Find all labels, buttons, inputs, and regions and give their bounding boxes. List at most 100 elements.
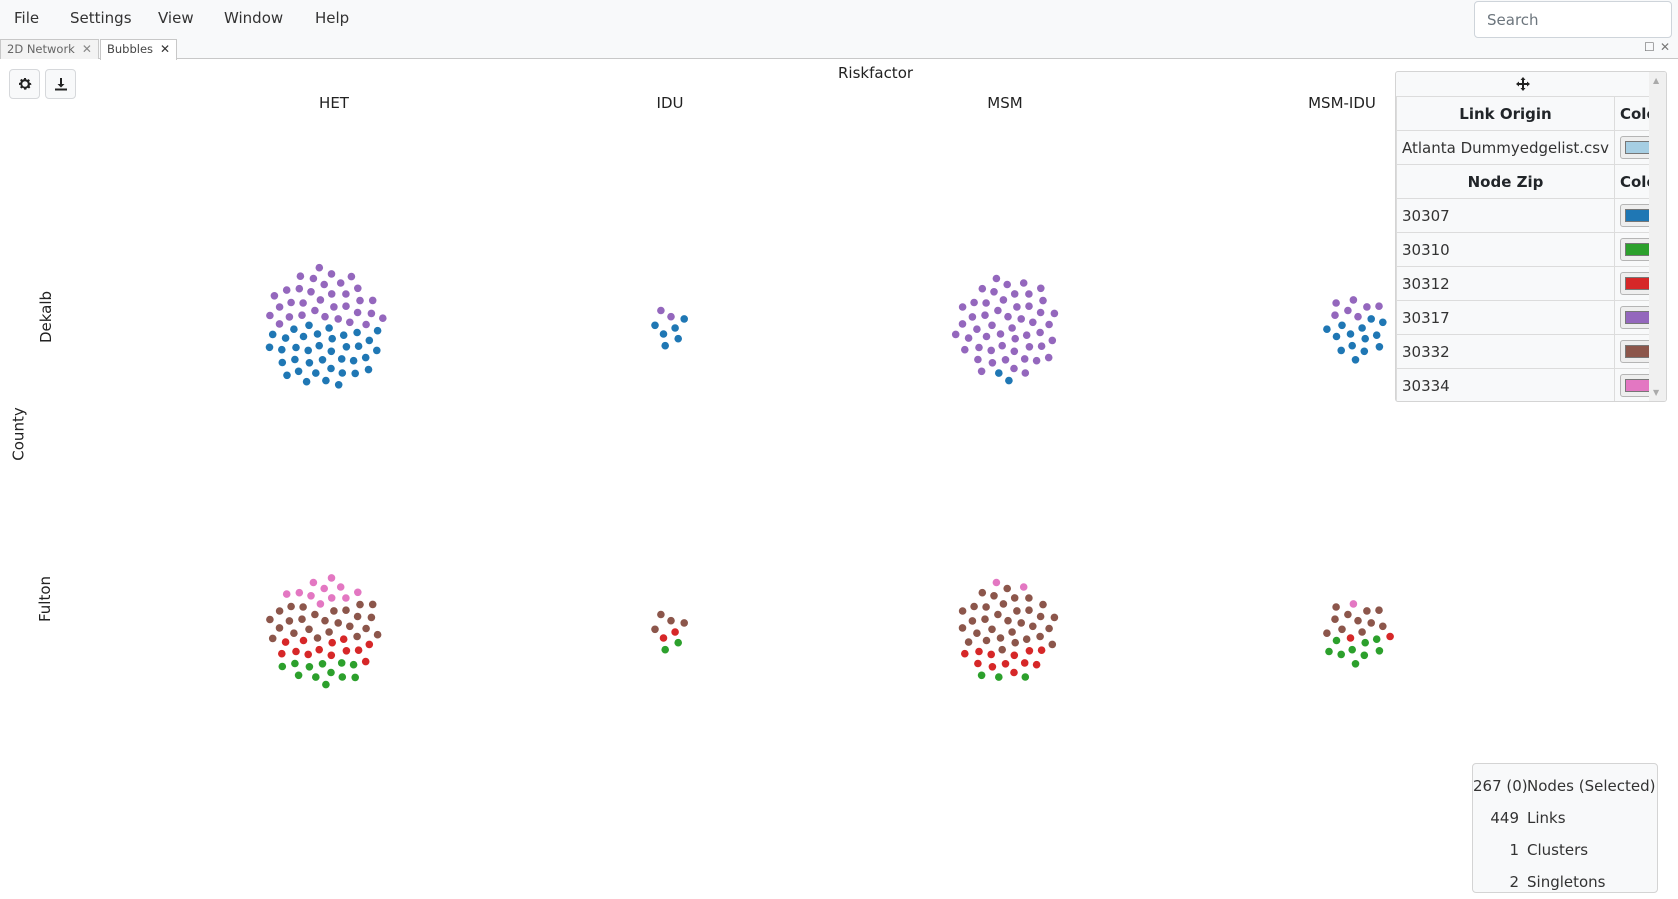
- node-dot[interactable]: [349, 660, 358, 669]
- node-dot[interactable]: [356, 296, 364, 305]
- node-dot[interactable]: [978, 588, 987, 597]
- node-dot[interactable]: [282, 286, 291, 294]
- node-dot[interactable]: [1010, 651, 1019, 660]
- node-dot[interactable]: [339, 635, 348, 643]
- menu-file[interactable]: File: [14, 9, 39, 27]
- menu-settings[interactable]: Settings: [70, 9, 132, 27]
- node-dot[interactable]: [328, 638, 337, 647]
- node-dot[interactable]: [353, 632, 361, 641]
- node-dot[interactable]: [988, 321, 996, 330]
- node-dot[interactable]: [311, 610, 319, 619]
- node-dot[interactable]: [982, 299, 990, 307]
- node-dot[interactable]: [988, 359, 997, 367]
- node-dot[interactable]: [1001, 356, 1010, 364]
- node-dot[interactable]: [1372, 635, 1381, 643]
- node-dot[interactable]: [975, 647, 983, 656]
- node-dot[interactable]: [356, 600, 364, 609]
- node-dot[interactable]: [651, 321, 659, 330]
- node-dot[interactable]: [342, 302, 350, 310]
- node-dot[interactable]: [1048, 336, 1057, 345]
- node-dot[interactable]: [1032, 356, 1041, 365]
- node-dot[interactable]: [961, 649, 969, 658]
- node-dot[interactable]: [315, 263, 324, 272]
- node-dot[interactable]: [334, 315, 343, 323]
- node-dot[interactable]: [1331, 615, 1339, 623]
- menu-view[interactable]: View: [158, 9, 194, 27]
- node-dot[interactable]: [1351, 356, 1360, 364]
- bubble-cluster[interactable]: [266, 574, 382, 689]
- menu-help[interactable]: Help: [315, 9, 349, 27]
- node-dot[interactable]: [315, 645, 324, 654]
- node-dot[interactable]: [337, 355, 346, 363]
- node-dot[interactable]: [1021, 369, 1030, 377]
- node-dot[interactable]: [974, 659, 982, 668]
- node-dot[interactable]: [322, 680, 330, 689]
- node-dot[interactable]: [975, 343, 983, 352]
- node-dot[interactable]: [958, 624, 967, 632]
- node-dot[interactable]: [1361, 638, 1369, 647]
- node-dot[interactable]: [305, 663, 314, 671]
- node-dot[interactable]: [328, 334, 337, 343]
- node-dot[interactable]: [1020, 355, 1029, 363]
- node-dot[interactable]: [981, 615, 989, 623]
- node-dot[interactable]: [313, 634, 322, 642]
- node-dot[interactable]: [958, 320, 967, 328]
- node-dot[interactable]: [1019, 279, 1028, 287]
- node-dot[interactable]: [321, 312, 329, 321]
- node-dot[interactable]: [275, 320, 284, 328]
- node-dot[interactable]: [299, 299, 307, 307]
- node-dot[interactable]: [305, 625, 313, 634]
- node-dot[interactable]: [1025, 302, 1033, 310]
- node-dot[interactable]: [1008, 324, 1016, 332]
- node-dot[interactable]: [1037, 284, 1045, 293]
- node-dot[interactable]: [351, 369, 360, 378]
- node-dot[interactable]: [1332, 636, 1341, 645]
- node-dot[interactable]: [1367, 619, 1375, 627]
- node-dot[interactable]: [290, 325, 298, 334]
- node-dot[interactable]: [362, 320, 370, 329]
- node-dot[interactable]: [294, 367, 303, 376]
- node-dot[interactable]: [1036, 328, 1044, 337]
- node-dot[interactable]: [1021, 673, 1030, 681]
- node-dot[interactable]: [970, 602, 978, 611]
- node-dot[interactable]: [353, 612, 362, 621]
- node-dot[interactable]: [1338, 321, 1346, 330]
- node-dot[interactable]: [327, 651, 336, 660]
- node-dot[interactable]: [295, 284, 304, 293]
- node-dot[interactable]: [1022, 635, 1031, 643]
- node-dot[interactable]: [336, 279, 345, 287]
- node-dot[interactable]: [1358, 628, 1366, 636]
- node-dot[interactable]: [1050, 613, 1059, 622]
- node-dot[interactable]: [327, 347, 336, 356]
- node-dot[interactable]: [1004, 312, 1012, 321]
- node-dot[interactable]: [1354, 312, 1362, 321]
- node-dot[interactable]: [1010, 347, 1019, 356]
- node-dot[interactable]: [1036, 612, 1045, 621]
- node-dot[interactable]: [998, 341, 1006, 350]
- node-dot[interactable]: [266, 615, 274, 624]
- node-dot[interactable]: [349, 356, 358, 365]
- close-panel-icon[interactable]: ✕: [1660, 40, 1670, 54]
- node-dot[interactable]: [320, 584, 329, 593]
- node-dot[interactable]: [1344, 306, 1352, 315]
- node-dot[interactable]: [287, 602, 295, 611]
- node-dot[interactable]: [1032, 660, 1041, 669]
- node-dot[interactable]: [995, 369, 1003, 377]
- search-input[interactable]: [1474, 1, 1672, 38]
- node-dot[interactable]: [1025, 290, 1033, 298]
- node-dot[interactable]: [354, 284, 362, 293]
- bubble-cluster[interactable]: [651, 306, 688, 350]
- node-dot[interactable]: [270, 292, 279, 300]
- node-dot[interactable]: [351, 673, 360, 682]
- node-dot[interactable]: [1011, 334, 1019, 343]
- node-dot[interactable]: [1338, 625, 1346, 634]
- node-dot[interactable]: [342, 290, 350, 298]
- node-dot[interactable]: [1003, 280, 1011, 289]
- node-dot[interactable]: [298, 311, 306, 319]
- node-dot[interactable]: [1019, 583, 1028, 591]
- node-dot[interactable]: [1045, 624, 1053, 633]
- node-dot[interactable]: [964, 334, 973, 342]
- node-dot[interactable]: [977, 671, 986, 680]
- node-dot[interactable]: [964, 638, 973, 646]
- scroll-down-icon[interactable]: ▼: [1653, 388, 1659, 397]
